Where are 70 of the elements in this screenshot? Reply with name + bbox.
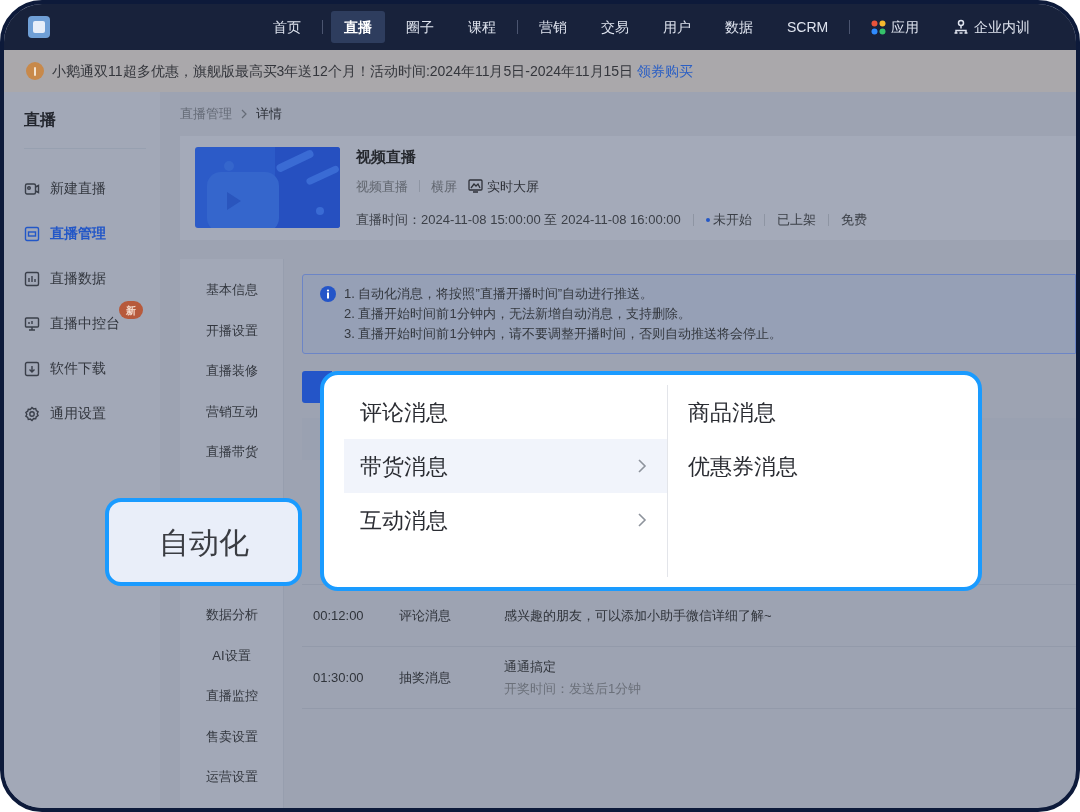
menu-item[interactable]: 带货消息 [344,439,667,493]
callout-label: 自动化 [105,498,302,586]
subnav-item[interactable]: 数据分析 [205,605,258,646]
live-orientation: 横屏 [431,177,457,196]
org-icon [953,19,970,35]
nav-tab[interactable]: 数据 [712,11,766,43]
nav-tab[interactable]: 企业内训 [940,11,1044,43]
subnav-item[interactable]: AI设置 [212,645,251,687]
breadcrumb-current: 详情 [256,105,282,124]
screen-icon [24,225,40,242]
sidebar-item[interactable]: 通用设置 [24,391,146,436]
table-cell-text: 抽奖消息 [398,668,452,687]
live-status: 未开始 [712,211,752,230]
live-title: 视频直播 [356,147,417,168]
time-label: 直播时间： [356,211,421,230]
table-cell-text: 感兴趣的朋友，可以添加小助手微信详细了解~ [504,606,772,625]
sidebar-item[interactable]: 直播中控台 新 [24,301,146,346]
subnav-item[interactable]: 直播带货 [205,442,258,483]
subnav-item[interactable]: 运营设置 [205,767,258,808]
chevron-right-icon [637,512,647,528]
download-icon [24,360,40,377]
sidebar-title: 直播 [24,110,57,130]
nav-tab[interactable]: 直播 [331,11,385,43]
subnav-item[interactable]: 营销互动 [205,401,258,443]
menu-item[interactable]: 评论消息 [344,385,667,439]
apps-icon [871,19,887,35]
sidebar-item[interactable]: 直播管理 [24,211,146,256]
notice-line: 3. 直播开始时间前1分钟内，请不要调整开播时间，否则自动推送将会停止。 [344,325,782,344]
table-cell-text: 通通搞定 [504,658,557,677]
new-badge: 新 [119,301,143,319]
logo-icon[interactable] [28,16,50,38]
promo-text: 小鹅通双11超多优惠，旗舰版最高买3年送12个月！活动时间:2024年11月5日-2024年11月15日 [52,61,634,81]
info-icon [320,286,336,303]
big-screen-link[interactable]: 实时大屏 [468,176,539,197]
chevron-right-icon [240,108,248,119]
nav-tab[interactable]: 课程 [455,11,509,43]
live-type: 视频直播 [356,177,408,196]
picture-frame-icon [468,179,483,194]
camera-icon [24,180,40,197]
sidebar-item[interactable]: 软件下载 [24,346,146,391]
menu-item[interactable]: 互动消息 [344,493,667,547]
nav-tab[interactable]: 营销 [526,11,580,43]
time-range: 2024-11-08 15:00:00 至 2024-11-08 16:00:00 [421,211,681,230]
price-label: 免费 [840,211,867,230]
menu-item[interactable]: 商品消息 [688,385,798,439]
warning-icon [26,62,44,80]
nav-tab[interactable]: 交易 [588,11,642,43]
monitor-icon [24,315,40,332]
table-cell-text: 00:12:00 [312,606,365,625]
table-cell-text: 评论消息 [398,606,452,625]
subnav-item[interactable]: 售卖设置 [205,726,258,768]
subnav-item[interactable]: 直播装修 [205,361,258,402]
shelf-status: 已上架 [776,211,816,230]
nav-tab[interactable]: 用户 [650,11,704,43]
settings-icon [24,405,40,422]
nav-tab[interactable]: 圈子 [393,11,447,43]
sidebar-item[interactable]: 新建直播 [24,166,146,211]
nav-tab[interactable]: 应用 [858,11,933,43]
menu-item[interactable]: 优惠券消息 [688,439,798,493]
table-cell-text: 01:30:00 [312,668,365,687]
chart-icon [24,270,40,287]
notice-line: 2. 直播开始时间前1分钟内，无法新增自动消息，支持删除。 [344,305,692,324]
notice-line: 1. 自动化消息，将按照”直播开播时间”自动进行推送。 [344,285,655,304]
sidebar-item[interactable]: 直播数据 [24,256,146,301]
chevron-right-icon [637,458,647,474]
nav-tab[interactable]: 首页 [260,11,314,43]
subnav-item[interactable]: 开播设置 [205,320,258,362]
subnav-item[interactable]: 基本信息 [205,280,258,321]
subnav-item[interactable]: 直播监控 [205,686,258,727]
nav-tab[interactable]: SCRM [774,11,842,43]
